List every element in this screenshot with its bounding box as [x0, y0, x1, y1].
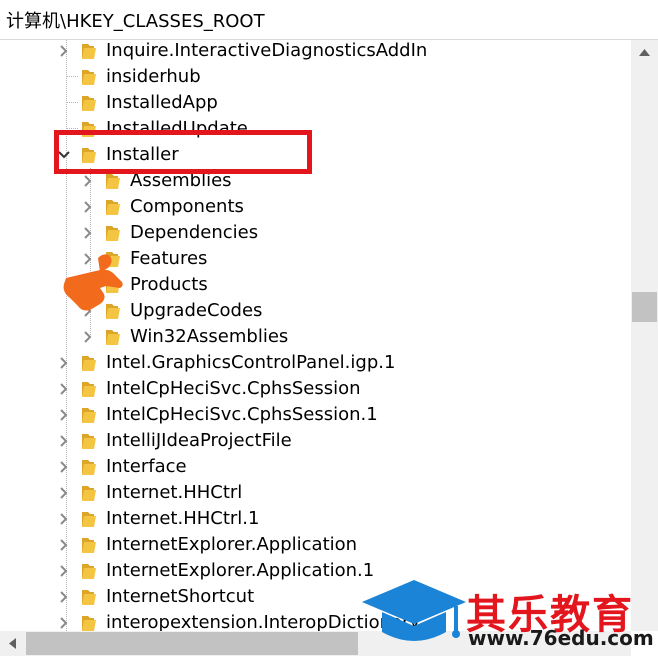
scroll-left-button[interactable] — [0, 631, 25, 656]
expand-toggle[interactable] — [57, 589, 71, 605]
expand-toggle[interactable] — [57, 381, 71, 397]
scroll-up-button[interactable] — [631, 40, 658, 64]
horizontal-scroll-thumb[interactable] — [26, 632, 358, 655]
folder-icon — [106, 330, 120, 345]
chevron-right-icon — [60, 539, 68, 551]
tree-item[interactable]: InstalledApp — [0, 90, 631, 116]
expand-toggle[interactable] — [57, 511, 71, 527]
chevron-right-icon — [60, 435, 68, 447]
chevron-right-icon — [60, 409, 68, 421]
tree-item-label: Inquire.InteractiveDiagnosticsAddIn — [106, 40, 428, 61]
tree-item[interactable]: insiderhub — [0, 64, 631, 90]
tree-item-label: Dependencies — [130, 222, 259, 243]
folder-icon — [82, 590, 96, 605]
expand-toggle[interactable] — [57, 43, 71, 59]
chevron-right-icon — [84, 175, 92, 187]
folder-icon — [82, 564, 96, 579]
folder-icon — [106, 226, 120, 241]
tree-item-label: InstalledApp — [106, 92, 218, 113]
folder-icon — [82, 408, 96, 423]
folder-icon — [106, 174, 120, 189]
pointing-hand-icon — [63, 254, 123, 311]
expand-toggle[interactable] — [57, 615, 71, 631]
chevron-right-icon — [60, 487, 68, 499]
tree-item-label: IntelCpHeciSvc.CphsSession.1 — [106, 404, 378, 425]
tree-connector — [66, 102, 78, 103]
chevron-right-icon — [60, 565, 68, 577]
chevron-right-icon — [60, 357, 68, 369]
address-bar[interactable]: 计算机\HKEY_CLASSES_ROOT — [0, 0, 658, 40]
tree-item[interactable]: Win32Assemblies — [0, 324, 631, 350]
tree-item[interactable]: Dependencies — [0, 220, 631, 246]
tree-connector — [66, 76, 78, 77]
expand-toggle[interactable] — [81, 225, 95, 241]
tree-connector — [66, 128, 78, 129]
tree-item[interactable]: IntelliJIdeaProjectFile — [0, 428, 631, 454]
chevron-right-icon — [60, 45, 68, 57]
tree-item-label: IntelCpHeciSvc.CphsSession — [106, 378, 361, 399]
tree-item-label: InternetExplorer.Application.1 — [106, 560, 375, 581]
tree-item[interactable]: IntelCpHeciSvc.CphsSession.1 — [0, 402, 631, 428]
address-path: 计算机\HKEY_CLASSES_ROOT — [6, 11, 265, 32]
folder-icon — [82, 44, 96, 59]
registry-tree[interactable]: Inquire.InteractiveDiagnosticsAddIn insid… — [0, 40, 631, 631]
tree-item-label: InternetExplorer.Application — [106, 534, 358, 555]
vertical-scroll-thumb[interactable] — [632, 292, 657, 322]
tree-item[interactable]: InternetExplorer.Application — [0, 532, 631, 558]
expand-toggle[interactable] — [57, 355, 71, 371]
chevron-right-icon — [84, 201, 92, 213]
folder-icon — [82, 538, 96, 553]
highlight-box — [54, 130, 312, 174]
tree-item[interactable]: Internet.HHCtrl — [0, 480, 631, 506]
folder-icon — [82, 434, 96, 449]
folder-icon — [82, 460, 96, 475]
folder-icon — [82, 96, 96, 111]
tree-item[interactable]: Interface — [0, 454, 631, 480]
expand-toggle[interactable] — [57, 433, 71, 449]
folder-icon — [82, 382, 96, 397]
tree-item-label: Win32Assemblies — [130, 326, 289, 347]
expand-toggle[interactable] — [57, 407, 71, 423]
tree-item-label: Products — [130, 274, 208, 295]
folder-icon — [82, 486, 96, 501]
tree-item-label: insiderhub — [106, 66, 201, 87]
tree-item[interactable]: Internet.HHCtrl.1 — [0, 506, 631, 532]
watermark-site: www.76edu.com — [468, 626, 654, 650]
chevron-right-icon — [60, 617, 68, 629]
expand-toggle[interactable] — [81, 173, 95, 189]
expand-toggle[interactable] — [81, 329, 95, 345]
tree-item-label: IntelliJIdeaProjectFile — [106, 430, 292, 451]
tree-item[interactable]: Inquire.InteractiveDiagnosticsAddIn — [0, 40, 631, 64]
chevron-right-icon — [60, 513, 68, 525]
vertical-scrollbar[interactable] — [631, 40, 658, 631]
folder-icon — [82, 616, 96, 631]
expand-toggle[interactable] — [57, 563, 71, 579]
folder-icon — [82, 356, 96, 371]
chevron-right-icon — [84, 227, 92, 239]
chevron-right-icon — [60, 383, 68, 395]
expand-toggle[interactable] — [81, 199, 95, 215]
chevron-right-icon — [84, 331, 92, 343]
tree-item-label: Interface — [106, 456, 187, 477]
expand-toggle[interactable] — [57, 459, 71, 475]
tree-item-label: Intel.GraphicsControlPanel.igp.1 — [106, 352, 396, 373]
caret-left-icon — [9, 638, 16, 649]
chevron-right-icon — [60, 461, 68, 473]
folder-icon — [82, 512, 96, 527]
tree-item[interactable]: Components — [0, 194, 631, 220]
tree-item-label: Features — [130, 248, 208, 269]
tree-item-label: InternetShortcut — [106, 586, 255, 607]
expand-toggle[interactable] — [57, 485, 71, 501]
chevron-right-icon — [60, 591, 68, 603]
folder-icon — [82, 70, 96, 85]
tree-item-label: Components — [130, 196, 244, 217]
tree-item[interactable]: IntelCpHeciSvc.CphsSession — [0, 376, 631, 402]
caret-up-icon — [639, 48, 650, 56]
tree-item-label: UpgradeCodes — [130, 300, 263, 321]
expand-toggle[interactable] — [57, 537, 71, 553]
tree-item-label: Internet.HHCtrl.1 — [106, 508, 260, 529]
folder-icon — [106, 200, 120, 215]
tree-item-label: Internet.HHCtrl — [106, 482, 243, 503]
tree-item[interactable]: Intel.GraphicsControlPanel.igp.1 — [0, 350, 631, 376]
